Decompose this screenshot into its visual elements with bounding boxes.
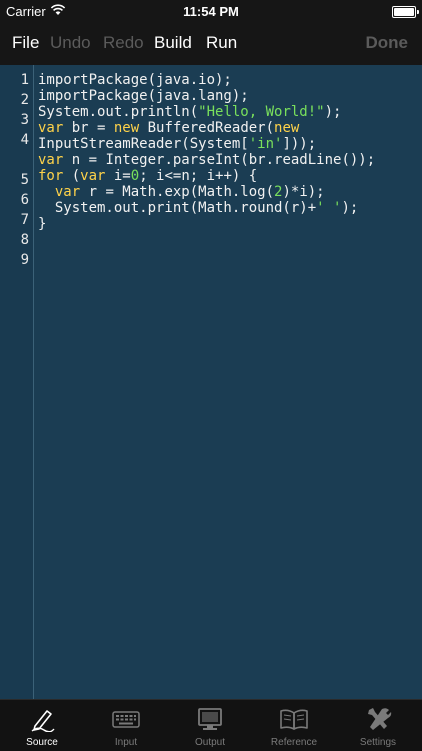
tab-label: Reference — [270, 737, 318, 748]
code-line: } — [38, 216, 47, 232]
undo-button[interactable]: Undo — [50, 33, 91, 53]
book-icon — [280, 709, 308, 730]
line-number: 4 — [20, 132, 29, 148]
code-line: importPackage(java.lang); — [38, 88, 249, 104]
tab-bar: Source Input Output Reference Settings — [0, 699, 422, 751]
status-bar: Carrier 11:54 PM — [0, 0, 422, 22]
tab-input[interactable]: Input — [84, 700, 168, 751]
code-line: var n = Integer.parseInt(br.readLine()); — [38, 152, 376, 168]
line-number-gutter: 1 2 3 4 5 6 7 8 9 — [0, 65, 34, 699]
tab-reference[interactable]: Reference — [252, 700, 336, 751]
run-button[interactable]: Run — [206, 33, 237, 53]
build-button[interactable]: Build — [154, 33, 192, 53]
battery-icon — [392, 6, 419, 18]
code-line: InputStreamReader(System['in'])); — [38, 136, 317, 152]
code-line: var br = new BufferedReader(new — [38, 120, 300, 136]
tools-icon — [368, 708, 392, 730]
line-number: 8 — [20, 232, 29, 248]
line-number: 2 — [20, 92, 29, 108]
clock: 11:54 PM — [183, 4, 239, 19]
file-button[interactable]: File — [12, 33, 39, 53]
toolbar: File Undo Redo Build Run Done — [0, 22, 422, 66]
tab-label: Settings — [359, 737, 397, 748]
tab-label: Source — [26, 737, 58, 748]
pen-icon — [31, 710, 55, 732]
line-number: 9 — [20, 252, 29, 268]
code-line: System.out.println("Hello, World!"); — [38, 104, 342, 120]
tab-settings[interactable]: Settings — [336, 700, 420, 751]
tab-label: Input — [114, 737, 138, 748]
line-number: 3 — [20, 112, 29, 128]
tab-output[interactable]: Output — [168, 700, 252, 751]
code-line: importPackage(java.io); — [38, 72, 232, 88]
monitor-icon — [198, 708, 222, 730]
line-number: 7 — [20, 212, 29, 228]
code-line: var r = Math.exp(Math.log(2)*i); — [54, 184, 325, 200]
line-number: 6 — [20, 192, 29, 208]
line-number: 1 — [20, 72, 29, 88]
code-line: for (var i=0; i<=n; i++) { — [38, 168, 258, 184]
code-line: System.out.print(Math.round(r)+' '); — [38, 200, 359, 216]
keyboard-icon — [112, 711, 140, 728]
code-text[interactable]: importPackage(java.io); importPackage(jav… — [38, 72, 375, 232]
tab-source[interactable]: Source — [0, 700, 84, 751]
redo-button[interactable]: Redo — [103, 33, 144, 53]
code-editor[interactable]: 1 2 3 4 5 6 7 8 9 importPackage(java.io)… — [0, 65, 422, 699]
line-number: 5 — [20, 172, 29, 188]
done-button[interactable]: Done — [366, 33, 409, 53]
tab-label: Output — [194, 737, 226, 748]
